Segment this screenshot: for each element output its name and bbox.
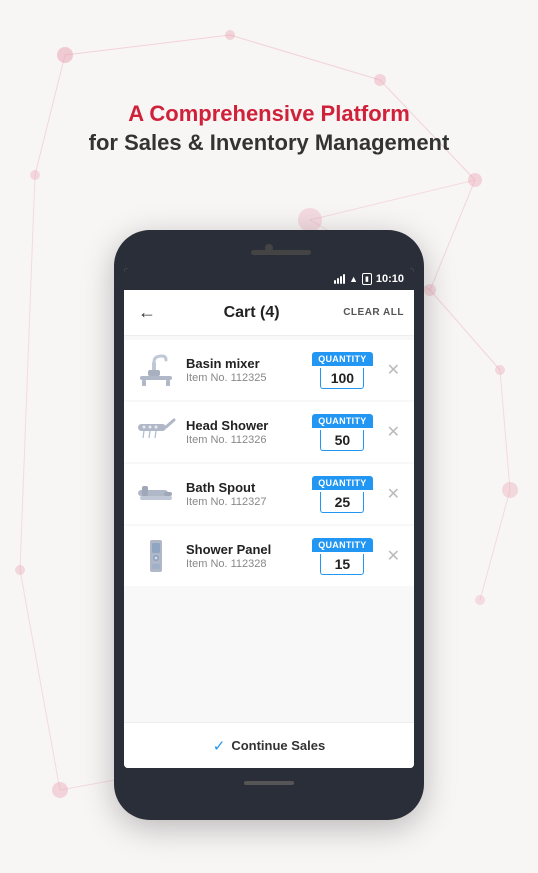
quantity-label: Quantity (312, 414, 372, 428)
item-number: Item No. 112328 (186, 558, 304, 570)
footer-label: Continue Sales (231, 738, 325, 753)
status-bar: ▲ ▮ 10:10 (124, 268, 414, 290)
quantity-value[interactable]: 50 (320, 430, 364, 451)
speaker-bar (251, 250, 311, 255)
quantity-block[interactable]: Quantity 100 (312, 352, 372, 389)
status-time: 10:10 (376, 273, 404, 285)
page-header: A Comprehensive Platform for Sales & Inv… (0, 100, 538, 157)
home-indicator (244, 781, 294, 785)
cart-item: Basin mixer Item No. 112325 Quantity 100… (124, 340, 414, 400)
quantity-block[interactable]: Quantity 50 (312, 414, 372, 451)
cart-item: Head Shower Item No. 112326 Quantity 50 … (124, 402, 414, 462)
delete-item-button[interactable]: ✕ (383, 420, 404, 444)
item-image-head-shower (134, 410, 178, 454)
phone-screen: ▲ ▮ 10:10 ← Cart (4) CLEAR ALL Basin mix… (124, 268, 414, 768)
signal-icon (334, 274, 345, 284)
item-image-shower-panel (134, 534, 178, 578)
quantity-label: Quantity (312, 476, 372, 490)
cart-item: Shower Panel Item No. 112328 Quantity 15… (124, 526, 414, 586)
item-name: Basin mixer (186, 356, 304, 371)
quantity-value[interactable]: 100 (320, 368, 364, 389)
header-line2: for Sales & Inventory Management (0, 129, 538, 158)
quantity-value[interactable]: 25 (320, 492, 364, 513)
cart-title: Cart (4) (160, 304, 343, 322)
item-info: Basin mixer Item No. 112325 (186, 356, 304, 384)
wifi-icon: ▲ (349, 274, 358, 284)
continue-sales-button[interactable]: ✓ Continue Sales (124, 722, 414, 768)
item-image-bath-spout (134, 472, 178, 516)
item-number: Item No. 112326 (186, 434, 304, 446)
cart-item: Bath Spout Item No. 112327 Quantity 25 ✕ (124, 464, 414, 524)
battery-icon: ▮ (362, 273, 372, 285)
app-header: ← Cart (4) CLEAR ALL (124, 290, 414, 336)
item-name: Bath Spout (186, 480, 304, 495)
item-info: Head Shower Item No. 112326 (186, 418, 304, 446)
delete-item-button[interactable]: ✕ (383, 358, 404, 382)
item-image-basin-mixer (134, 348, 178, 392)
item-number: Item No. 112327 (186, 496, 304, 508)
item-info: Shower Panel Item No. 112328 (186, 542, 304, 570)
clear-all-button[interactable]: CLEAR ALL (343, 307, 404, 318)
item-info: Bath Spout Item No. 112327 (186, 480, 304, 508)
quantity-label: Quantity (312, 352, 372, 366)
phone-bottom (244, 768, 294, 798)
quantity-value[interactable]: 15 (320, 554, 364, 575)
back-button[interactable]: ← (134, 298, 160, 327)
quantity-block[interactable]: Quantity 15 (312, 538, 372, 575)
phone-top (114, 230, 424, 268)
header-line1: A Comprehensive Platform (0, 100, 538, 129)
quantity-label: Quantity (312, 538, 372, 552)
phone-mockup: ▲ ▮ 10:10 ← Cart (4) CLEAR ALL Basin mix… (114, 230, 424, 820)
item-number: Item No. 112325 (186, 372, 304, 384)
delete-item-button[interactable]: ✕ (383, 544, 404, 568)
item-name: Shower Panel (186, 542, 304, 557)
item-name: Head Shower (186, 418, 304, 433)
quantity-block[interactable]: Quantity 25 (312, 476, 372, 513)
checkmark-icon: ✓ (213, 737, 226, 755)
cart-list: Basin mixer Item No. 112325 Quantity 100… (124, 336, 414, 722)
delete-item-button[interactable]: ✕ (383, 482, 404, 506)
